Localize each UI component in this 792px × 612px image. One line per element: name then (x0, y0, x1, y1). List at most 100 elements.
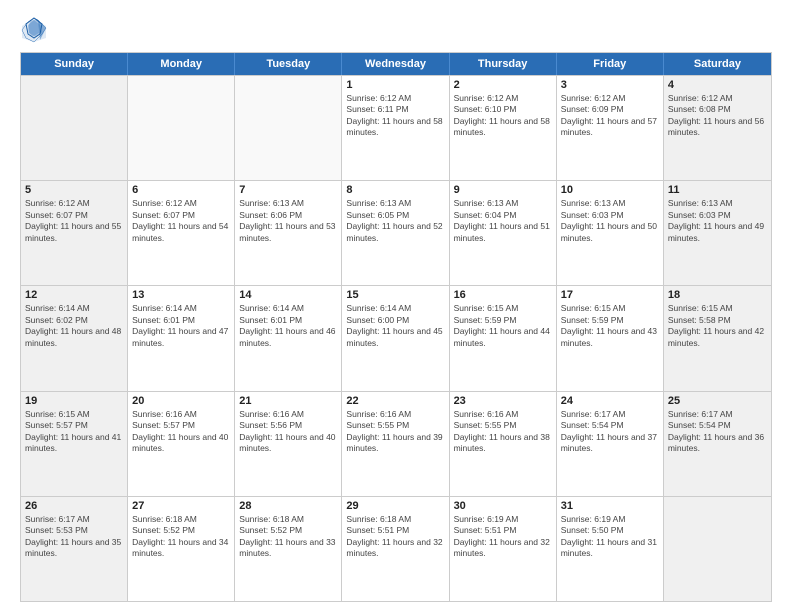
day-info: Sunrise: 6:17 AMSunset: 5:53 PMDaylight:… (25, 514, 123, 560)
calendar-cell: 24 Sunrise: 6:17 AMSunset: 5:54 PMDayligh… (557, 392, 664, 496)
weekday-header-tuesday: Tuesday (235, 53, 342, 75)
day-number: 18 (668, 289, 767, 301)
calendar-cell: 27 Sunrise: 6:18 AMSunset: 5:52 PMDayligh… (128, 497, 235, 601)
calendar-cell: 16 Sunrise: 6:15 AMSunset: 5:59 PMDayligh… (450, 286, 557, 390)
calendar-cell (128, 76, 235, 180)
day-number: 24 (561, 395, 659, 407)
calendar-cell: 15 Sunrise: 6:14 AMSunset: 6:00 PMDayligh… (342, 286, 449, 390)
day-info: Sunrise: 6:14 AMSunset: 6:01 PMDaylight:… (239, 303, 337, 349)
day-number: 16 (454, 289, 552, 301)
day-number: 12 (25, 289, 123, 301)
calendar-cell: 3 Sunrise: 6:12 AMSunset: 6:09 PMDaylight… (557, 76, 664, 180)
day-number: 26 (25, 500, 123, 512)
calendar-cell: 19 Sunrise: 6:15 AMSunset: 5:57 PMDayligh… (21, 392, 128, 496)
day-number: 19 (25, 395, 123, 407)
calendar-cell: 31 Sunrise: 6:19 AMSunset: 5:50 PMDayligh… (557, 497, 664, 601)
day-number: 7 (239, 184, 337, 196)
day-info: Sunrise: 6:12 AMSunset: 6:09 PMDaylight:… (561, 93, 659, 139)
header (20, 16, 772, 44)
day-number: 21 (239, 395, 337, 407)
calendar-header: SundayMondayTuesdayWednesdayThursdayFrid… (21, 53, 771, 75)
day-info: Sunrise: 6:15 AMSunset: 5:58 PMDaylight:… (668, 303, 767, 349)
day-number: 17 (561, 289, 659, 301)
day-info: Sunrise: 6:19 AMSunset: 5:51 PMDaylight:… (454, 514, 552, 560)
calendar-row-1: 5 Sunrise: 6:12 AMSunset: 6:07 PMDaylight… (21, 180, 771, 285)
day-number: 1 (346, 79, 444, 91)
day-number: 6 (132, 184, 230, 196)
day-number: 15 (346, 289, 444, 301)
calendar-cell (235, 76, 342, 180)
weekday-header-wednesday: Wednesday (342, 53, 449, 75)
day-number: 3 (561, 79, 659, 91)
calendar-cell: 25 Sunrise: 6:17 AMSunset: 5:54 PMDayligh… (664, 392, 771, 496)
calendar-cell: 18 Sunrise: 6:15 AMSunset: 5:58 PMDayligh… (664, 286, 771, 390)
day-number: 14 (239, 289, 337, 301)
weekday-header-monday: Monday (128, 53, 235, 75)
day-info: Sunrise: 6:18 AMSunset: 5:52 PMDaylight:… (239, 514, 337, 560)
day-info: Sunrise: 6:16 AMSunset: 5:57 PMDaylight:… (132, 409, 230, 455)
calendar-cell: 23 Sunrise: 6:16 AMSunset: 5:55 PMDayligh… (450, 392, 557, 496)
day-number: 4 (668, 79, 767, 91)
calendar-cell: 14 Sunrise: 6:14 AMSunset: 6:01 PMDayligh… (235, 286, 342, 390)
day-number: 25 (668, 395, 767, 407)
day-info: Sunrise: 6:14 AMSunset: 6:00 PMDaylight:… (346, 303, 444, 349)
calendar-cell: 12 Sunrise: 6:14 AMSunset: 6:02 PMDayligh… (21, 286, 128, 390)
weekday-header-saturday: Saturday (664, 53, 771, 75)
day-info: Sunrise: 6:16 AMSunset: 5:55 PMDaylight:… (454, 409, 552, 455)
day-number: 8 (346, 184, 444, 196)
day-number: 23 (454, 395, 552, 407)
day-number: 11 (668, 184, 767, 196)
weekday-header-thursday: Thursday (450, 53, 557, 75)
weekday-header-sunday: Sunday (21, 53, 128, 75)
calendar-cell: 1 Sunrise: 6:12 AMSunset: 6:11 PMDaylight… (342, 76, 449, 180)
day-number: 27 (132, 500, 230, 512)
day-info: Sunrise: 6:12 AMSunset: 6:07 PMDaylight:… (132, 198, 230, 244)
calendar-cell: 17 Sunrise: 6:15 AMSunset: 5:59 PMDayligh… (557, 286, 664, 390)
day-info: Sunrise: 6:14 AMSunset: 6:02 PMDaylight:… (25, 303, 123, 349)
day-info: Sunrise: 6:19 AMSunset: 5:50 PMDaylight:… (561, 514, 659, 560)
weekday-header-friday: Friday (557, 53, 664, 75)
calendar-cell: 10 Sunrise: 6:13 AMSunset: 6:03 PMDayligh… (557, 181, 664, 285)
calendar-cell: 26 Sunrise: 6:17 AMSunset: 5:53 PMDayligh… (21, 497, 128, 601)
calendar-cell: 5 Sunrise: 6:12 AMSunset: 6:07 PMDaylight… (21, 181, 128, 285)
day-info: Sunrise: 6:12 AMSunset: 6:11 PMDaylight:… (346, 93, 444, 139)
day-number: 10 (561, 184, 659, 196)
day-number: 5 (25, 184, 123, 196)
calendar-cell (21, 76, 128, 180)
day-number: 9 (454, 184, 552, 196)
day-number: 2 (454, 79, 552, 91)
day-info: Sunrise: 6:12 AMSunset: 6:08 PMDaylight:… (668, 93, 767, 139)
day-info: Sunrise: 6:13 AMSunset: 6:03 PMDaylight:… (668, 198, 767, 244)
day-info: Sunrise: 6:15 AMSunset: 5:59 PMDaylight:… (454, 303, 552, 349)
calendar-row-3: 19 Sunrise: 6:15 AMSunset: 5:57 PMDayligh… (21, 391, 771, 496)
day-info: Sunrise: 6:18 AMSunset: 5:51 PMDaylight:… (346, 514, 444, 560)
calendar-row-4: 26 Sunrise: 6:17 AMSunset: 5:53 PMDayligh… (21, 496, 771, 601)
day-info: Sunrise: 6:16 AMSunset: 5:55 PMDaylight:… (346, 409, 444, 455)
calendar: SundayMondayTuesdayWednesdayThursdayFrid… (20, 52, 772, 602)
day-info: Sunrise: 6:17 AMSunset: 5:54 PMDaylight:… (668, 409, 767, 455)
calendar-row-0: 1 Sunrise: 6:12 AMSunset: 6:11 PMDaylight… (21, 75, 771, 180)
day-number: 28 (239, 500, 337, 512)
calendar-cell: 11 Sunrise: 6:13 AMSunset: 6:03 PMDayligh… (664, 181, 771, 285)
day-info: Sunrise: 6:14 AMSunset: 6:01 PMDaylight:… (132, 303, 230, 349)
calendar-cell: 20 Sunrise: 6:16 AMSunset: 5:57 PMDayligh… (128, 392, 235, 496)
day-number: 13 (132, 289, 230, 301)
day-number: 31 (561, 500, 659, 512)
day-info: Sunrise: 6:12 AMSunset: 6:10 PMDaylight:… (454, 93, 552, 139)
day-info: Sunrise: 6:13 AMSunset: 6:05 PMDaylight:… (346, 198, 444, 244)
calendar-cell: 7 Sunrise: 6:13 AMSunset: 6:06 PMDaylight… (235, 181, 342, 285)
day-info: Sunrise: 6:15 AMSunset: 5:57 PMDaylight:… (25, 409, 123, 455)
day-number: 20 (132, 395, 230, 407)
calendar-row-2: 12 Sunrise: 6:14 AMSunset: 6:02 PMDayligh… (21, 285, 771, 390)
day-number: 30 (454, 500, 552, 512)
day-info: Sunrise: 6:13 AMSunset: 6:06 PMDaylight:… (239, 198, 337, 244)
day-info: Sunrise: 6:12 AMSunset: 6:07 PMDaylight:… (25, 198, 123, 244)
day-info: Sunrise: 6:17 AMSunset: 5:54 PMDaylight:… (561, 409, 659, 455)
day-info: Sunrise: 6:15 AMSunset: 5:59 PMDaylight:… (561, 303, 659, 349)
calendar-cell: 21Sunrise: 6:16 AMSunset: 5:56 PMDayligh… (235, 392, 342, 496)
day-info: Sunrise: 6:13 AMSunset: 6:03 PMDaylight:… (561, 198, 659, 244)
day-number: 29 (346, 500, 444, 512)
calendar-cell: 6 Sunrise: 6:12 AMSunset: 6:07 PMDaylight… (128, 181, 235, 285)
day-info: Sunrise: 6:18 AMSunset: 5:52 PMDaylight:… (132, 514, 230, 560)
calendar-cell: 13 Sunrise: 6:14 AMSunset: 6:01 PMDayligh… (128, 286, 235, 390)
